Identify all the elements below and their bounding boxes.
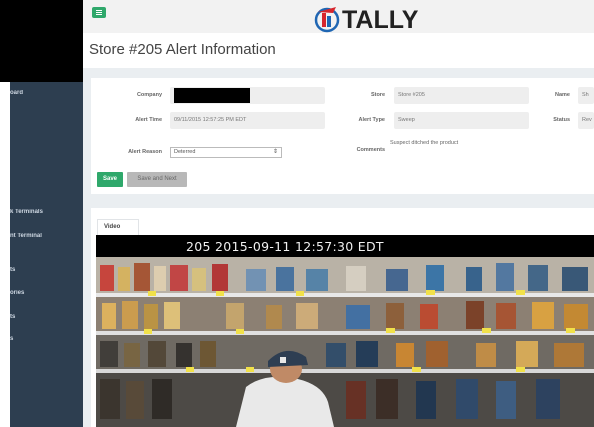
company-label: Company <box>136 92 162 98</box>
alert-time-label: Alert Time <box>135 117 162 123</box>
alert-type-field[interactable]: Sweep <box>394 112 529 129</box>
sidebar-item-categories[interactable]: ories <box>10 290 83 296</box>
name-label: Name <box>555 92 570 98</box>
save-button[interactable]: Save <box>97 172 123 187</box>
store-field[interactable]: Store #205 <box>394 87 529 104</box>
logo-icon <box>314 7 340 33</box>
sidebar-item-alerts[interactable]: ts <box>10 267 83 273</box>
store-shelf-footage <box>96 257 594 427</box>
tab-video[interactable]: Video <box>97 219 139 235</box>
alert-time-field[interactable]: 09/11/2015 12:57:25 PM EDT <box>170 112 325 129</box>
sidebar-item-settings[interactable]: s <box>10 336 83 342</box>
save-and-next-button[interactable]: Save and Next <box>127 172 187 187</box>
sidebar-item-kiosk-terminals[interactable]: k Terminals <box>10 209 83 215</box>
redaction-block <box>174 88 250 103</box>
comments-label: Comments <box>356 147 385 153</box>
sidebar-edge <box>0 82 10 427</box>
select-arrows-icon: ⇕ <box>272 149 278 155</box>
video-timestamp: 205 2015-09-11 12:57:30 EDT <box>186 239 384 254</box>
page-title: Store #205 Alert Information <box>89 41 276 58</box>
logo-text: TALLY <box>342 6 419 34</box>
tally-logo: TALLY <box>312 4 442 34</box>
status-label: Status <box>553 117 570 123</box>
sidebar: oard k Terminals nt Terminal ts ories ts… <box>10 82 83 427</box>
sidebar-item-current-terminal[interactable]: nt Terminal <box>10 233 83 239</box>
video-player[interactable]: 205 2015-09-11 12:57:30 EDT <box>96 235 594 427</box>
sidebar-item-reports[interactable]: ts <box>10 314 83 320</box>
alert-reason-label: Alert Reason <box>128 149 162 155</box>
header-black-block <box>0 0 83 82</box>
store-label: Store <box>370 92 385 98</box>
comments-field[interactable]: Suspect ditched the product <box>390 140 530 146</box>
alert-reason-select[interactable]: Deterred ⇕ <box>170 147 282 158</box>
name-field[interactable]: Sh <box>578 87 594 104</box>
sidebar-item-dashboard[interactable]: oard <box>10 90 83 96</box>
alert-type-label: Alert Type <box>358 117 386 123</box>
video-timestamp-bar: 205 2015-09-11 12:57:30 EDT <box>96 235 594 257</box>
hamburger-icon[interactable] <box>92 7 106 18</box>
alert-reason-value: Deterred <box>174 149 196 155</box>
status-field[interactable]: Rev <box>578 112 594 129</box>
